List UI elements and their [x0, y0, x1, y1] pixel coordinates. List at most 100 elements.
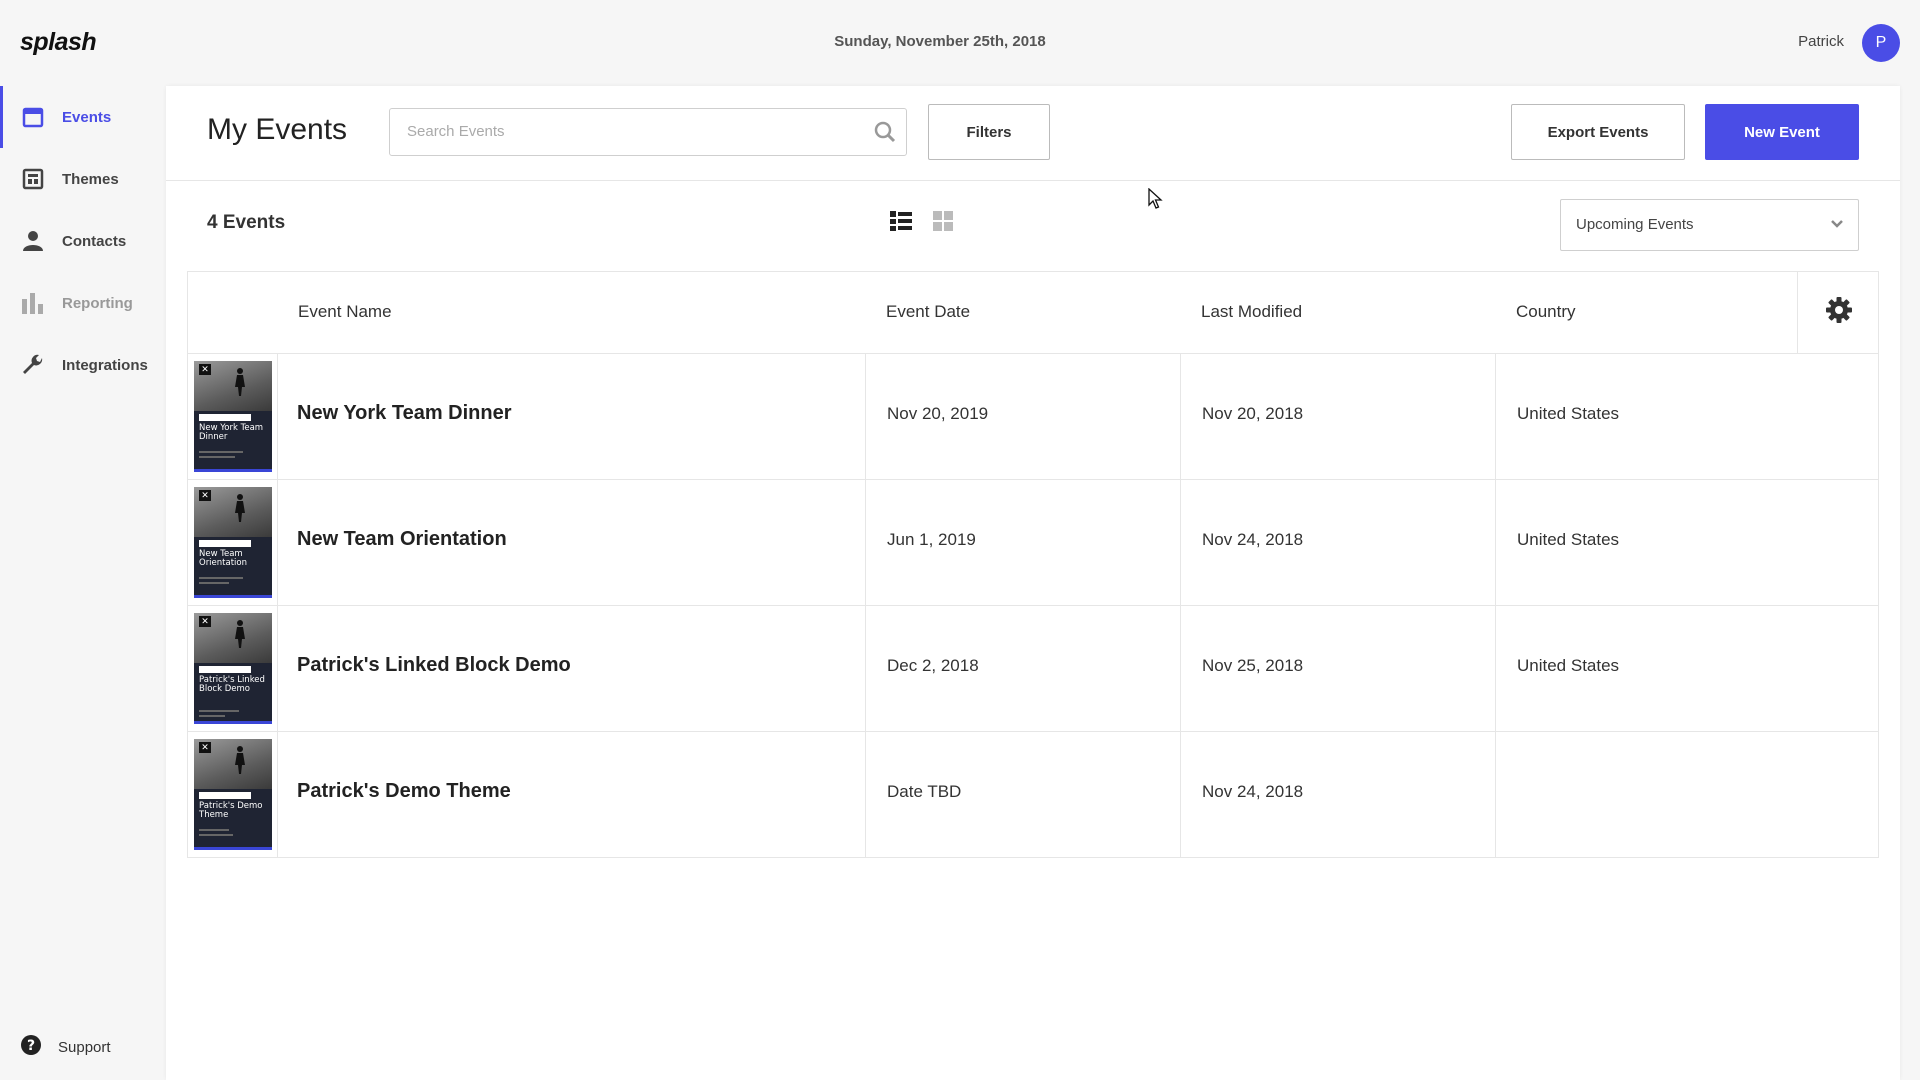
last-modified-cell: Nov 24, 2018	[1181, 480, 1496, 605]
bar-chart-icon	[20, 290, 46, 316]
table-row[interactable]: ✕ Patrick's Linked Block Demo Patrick's …	[188, 606, 1878, 732]
table-row[interactable]: ✕ New Team Orientation New Team Orientat…	[188, 480, 1878, 606]
event-name[interactable]: New York Team Dinner	[297, 402, 512, 425]
event-thumbnail-cell: ✕ New Team Orientation	[188, 480, 278, 605]
person-icon	[20, 228, 46, 254]
support-link[interactable]: ? Support	[20, 1034, 111, 1061]
sidebar-item-integrations[interactable]: Integrations	[0, 334, 166, 396]
event-thumbnail-cell: ✕ Patrick's Linked Block Demo	[188, 606, 278, 731]
column-settings-button[interactable]	[1797, 272, 1879, 353]
sidebar-item-reporting[interactable]: Reporting	[0, 272, 166, 334]
event-name-cell[interactable]: New York Team Dinner	[278, 354, 866, 479]
splash-mark-icon: ✕	[199, 490, 211, 501]
event-filter-select[interactable]: Upcoming Events	[1560, 199, 1859, 251]
splash-mark-icon: ✕	[199, 742, 211, 753]
svg-text:?: ?	[27, 1038, 35, 1054]
sidebar-item-themes[interactable]: Themes	[0, 148, 166, 210]
event-thumbnail-cell: ✕ Patrick's Demo Theme	[188, 732, 278, 857]
event-date-cell: Date TBD	[866, 732, 1181, 857]
sidebar-item-label: Contacts	[62, 232, 127, 250]
table-row[interactable]: ✕ New York Team Dinner New York Team Din…	[188, 354, 1878, 480]
sidebar-item-label: Events	[62, 108, 112, 126]
search-input[interactable]	[405, 122, 849, 141]
search-box[interactable]	[389, 108, 907, 156]
country-cell: United States	[1496, 606, 1878, 731]
event-thumbnail-cell: ✕ New York Team Dinner	[188, 354, 278, 479]
splash-mark-icon: ✕	[199, 364, 211, 375]
sidebar-item-contacts[interactable]: Contacts	[0, 210, 166, 272]
column-header-last-modified[interactable]: Last Modified	[1201, 302, 1302, 322]
event-name[interactable]: New Team Orientation	[297, 528, 507, 551]
grid-view-icon[interactable]	[932, 210, 954, 237]
thumbnail-tag	[199, 540, 251, 547]
person-silhouette-icon	[235, 494, 245, 522]
country-cell: United States	[1496, 354, 1878, 479]
mouse-cursor-icon	[1148, 187, 1164, 215]
export-events-button[interactable]: Export Events	[1511, 104, 1685, 160]
current-date: Sunday, November 25th, 2018	[834, 33, 1046, 50]
main-panel: My Events Filters Export Events New Even…	[166, 86, 1900, 1080]
last-modified-cell: Nov 20, 2018	[1181, 354, 1496, 479]
event-name-cell[interactable]: Patrick's Demo Theme	[278, 732, 866, 857]
thumbnail-text-line	[199, 829, 229, 831]
event-thumbnail[interactable]: ✕ Patrick's Demo Theme	[194, 739, 272, 850]
column-header-event-name[interactable]: Event Name	[298, 302, 392, 322]
event-date: Nov 20, 2019	[887, 404, 989, 423]
thumbnail-tag	[199, 666, 251, 673]
avatar[interactable]: P	[1862, 24, 1900, 62]
event-date-cell: Nov 20, 2019	[866, 354, 1181, 479]
thumbnail-title: Patrick's Demo Theme	[199, 801, 263, 820]
table-header: Event Name Event Date Last Modified Coun…	[188, 272, 1878, 354]
column-header-country[interactable]: Country	[1516, 302, 1576, 322]
event-thumbnail[interactable]: ✕ New Team Orientation	[194, 487, 272, 598]
country: United States	[1517, 656, 1620, 675]
thumbnail-title: New York Team Dinner	[199, 423, 264, 442]
events-table: Event Name Event Date Last Modified Coun…	[187, 271, 1879, 858]
event-name[interactable]: Patrick's Demo Theme	[297, 780, 511, 803]
event-date-cell: Dec 2, 2018	[866, 606, 1181, 731]
search-icon[interactable]	[874, 121, 896, 148]
list-view-icon[interactable]	[890, 210, 912, 237]
event-name-cell[interactable]: Patrick's Linked Block Demo	[278, 606, 866, 731]
question-icon: ?	[20, 1034, 42, 1061]
thumbnail-text-line	[199, 577, 243, 579]
support-label: Support	[58, 1039, 111, 1056]
thumbnail-title: New Team Orientation	[199, 549, 247, 568]
user-name[interactable]: Patrick	[1798, 33, 1844, 50]
layout-icon	[20, 166, 46, 192]
sidebar-item-events[interactable]: Events	[0, 86, 166, 148]
thumbnail-tag	[199, 792, 251, 799]
last-modified: Nov 24, 2018	[1202, 530, 1304, 549]
country: United States	[1517, 404, 1620, 423]
thumbnail-text-line	[199, 456, 235, 458]
event-filter-value: Upcoming Events	[1576, 216, 1694, 233]
new-event-button[interactable]: New Event	[1705, 104, 1859, 160]
person-silhouette-icon	[235, 368, 245, 396]
sidebar-item-label: Integrations	[62, 356, 148, 374]
event-date-cell: Jun 1, 2019	[866, 480, 1181, 605]
thumbnail-tag	[199, 414, 251, 421]
country-cell: United States	[1496, 480, 1878, 605]
person-silhouette-icon	[235, 620, 245, 648]
panel-header: My Events Filters Export Events New Even…	[166, 86, 1900, 181]
filters-button[interactable]: Filters	[928, 104, 1050, 160]
country: United States	[1517, 530, 1620, 549]
event-date: Dec 2, 2018	[887, 656, 979, 675]
thumbnail-text-line	[199, 582, 229, 584]
last-modified: Nov 20, 2018	[1202, 404, 1304, 423]
splash-mark-icon: ✕	[199, 616, 211, 627]
table-row[interactable]: ✕ Patrick's Demo Theme Patrick's Demo Th…	[188, 732, 1878, 857]
event-thumbnail[interactable]: ✕ Patrick's Linked Block Demo	[194, 613, 272, 724]
event-name[interactable]: Patrick's Linked Block Demo	[297, 654, 571, 677]
sidebar-item-label: Themes	[62, 170, 119, 188]
column-header-event-date[interactable]: Event Date	[886, 302, 970, 322]
last-modified: Nov 25, 2018	[1202, 656, 1304, 675]
event-name-cell[interactable]: New Team Orientation	[278, 480, 866, 605]
sidebar-item-label: Reporting	[62, 294, 133, 312]
event-thumbnail[interactable]: ✕ New York Team Dinner	[194, 361, 272, 472]
thumbnail-text-line	[199, 710, 239, 712]
thumbnail-text-line	[199, 715, 225, 717]
page-title: My Events	[207, 113, 348, 146]
sidebar: Events Themes Contacts Reporting Integra…	[0, 86, 166, 1080]
chevron-down-icon	[1830, 217, 1844, 236]
